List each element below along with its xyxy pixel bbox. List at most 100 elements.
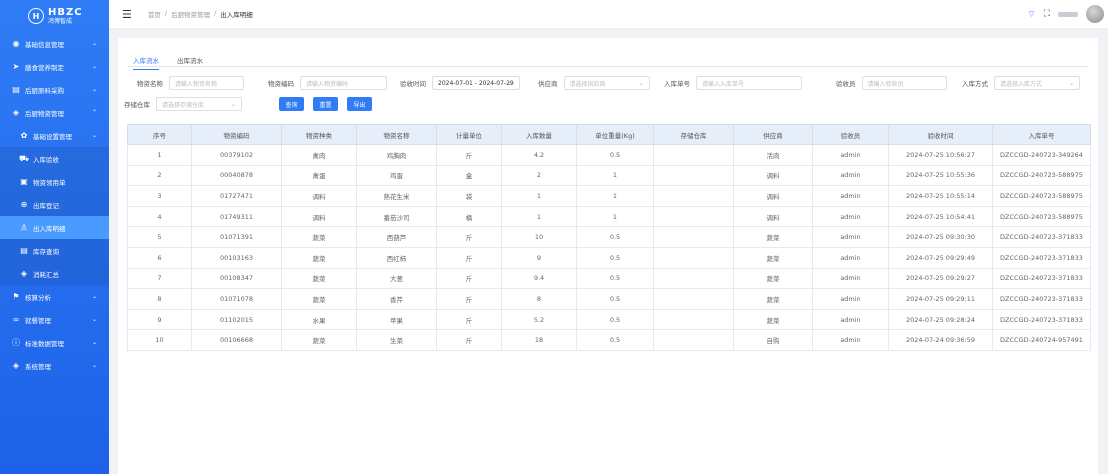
filter-method: 入库方式 请选择入库方式 ⌄ [962,76,1080,90]
search-button[interactable]: 查询 [279,97,304,111]
table-cell: 西葫芦 [356,226,437,248]
tab-inbound-flow[interactable]: 入库流水 [133,55,159,70]
chevron-icon: ⌄ [91,86,97,93]
chevron-icon: ⌄ [91,40,97,47]
sidebar-item[interactable]: ▤ 库存查询 [0,239,109,262]
table-cell: DZCCGD-240723-588975 [992,164,1091,187]
table-cell: 2024-07-25 10:56:27 [888,144,993,166]
logo-subtitle: 鸿博智成 [48,17,73,25]
table-cell [653,329,734,351]
table-cell: DZCCGD-240723-371833 [992,288,1091,310]
supplier-select[interactable]: 请选择供应商 ⌄ [563,76,650,90]
method-select[interactable]: 请选择入库方式 ⌄ [994,76,1080,90]
export-button[interactable]: 导出 [347,97,372,111]
sidebar-item-label: 基础信息管理 [25,40,64,49]
wifi-icon: ⌔ [1027,9,1036,20]
table-cell: 番茄沙司 [356,205,437,228]
sidebar-item[interactable]: ⓘ 标准数据管理 ⌄ [0,331,109,354]
fullscreen-icon[interactable]: ⛶ [1044,9,1050,19]
table-row[interactable]: 10 00106668 蔬菜 生菜斤 18 0.5 自购 admin 2024-07-24 09… [127,329,1091,351]
table-header-row: 序号 物资编码 物资种类 物资名称 计量单位 入库数量 单位重量(Kg) 存储仓库 供应商 验收员… [127,124,1091,145]
sidebar-item[interactable]: ✿ 基础设置管理 ⌄ [0,124,109,147]
sidebar-item[interactable]: ⊕ 出库登记 [0,193,109,216]
tab-divider [127,66,1089,67]
tab-bar: 入库流水 出库流水 [133,55,203,70]
chevron-icon: ⌄ [91,339,97,346]
sidebar-item[interactable]: ➤ 膳食营养制定 ⌄ [0,55,109,78]
table-row[interactable]: 6 00103163 蔬菜 西红柿斤 9 0.5 蔬菜 admin 2024-07-25 09:… [127,246,1091,269]
breadcrumb-home[interactable]: 首页 [148,9,161,19]
chevron-icon: ⌃ [91,109,97,116]
column-header: 入库单号 [992,124,1091,145]
column-header: 物资种类 [281,124,357,145]
warehouse-placeholder: 请选择存储仓库 [162,101,205,109]
sidebar-item-label: 库存查询 [33,247,59,256]
table-row[interactable]: 9 01102015 水果 苹果斤 5.2 0.5 蔬菜 admin 2024-07-25 09… [127,308,1091,331]
sidebar-item[interactable]: ◈ 消耗汇总 [0,262,109,285]
cart-icon: ⛟ [19,153,30,163]
table-row[interactable]: 7 00108347 蔬菜 大葱斤 9.4 0.5 蔬菜 admin 2024-07-25 09… [127,267,1091,290]
table-cell: 01071391 [191,226,282,248]
table-body: 1 00379102 禽肉 鸡胸肉斤 4.2 0.5 活肉 admin 2024-07-25 1… [127,144,1091,351]
table-cell: 生菜 [356,329,437,351]
sidebar-item[interactable]: ⚑ 核算分析 ⌄ [0,285,109,308]
table-cell: admin [812,267,889,290]
table-cell: 斤 [436,226,502,248]
table-row[interactable]: 3 01727471 调料 熟花生米袋 1 1 调料 admin 2024-07-25 10:5… [127,185,1091,207]
send-icon: ➤ [12,62,20,71]
table-cell: 6 [127,246,192,269]
table-cell: 00103163 [191,246,282,269]
table-row[interactable]: 8 01071078 蔬菜 香芹斤 8 0.5 蔬菜 admin 2024-07-25 09:2… [127,288,1091,310]
sidebar-item[interactable]: ▤ 后厨原料采购 ⌄ [0,78,109,101]
receiver-input[interactable]: 请输入验收员 [861,76,947,90]
sidebar-item[interactable]: ◈ 系统管理 ⌄ [0,354,109,377]
method-label: 入库方式 [962,80,988,88]
table-cell: 10 [501,226,577,248]
table-cell: 调料 [281,205,357,228]
table-cell: 蔬菜 [281,288,357,310]
date-range-input[interactable]: 2024-07-01 - 2024-07-29 ▭ [432,76,520,90]
table-cell: admin [812,205,889,228]
table-row[interactable]: 4 01749311 调料 番茄沙司桶 1 1 调料 admin 2024-07-25 10:5… [127,205,1091,228]
table-cell: admin [812,308,889,331]
info-icon: ⓘ [12,338,20,347]
sidebar-item[interactable]: ◈ 后厨物资管理 ⌃ [0,101,109,124]
table-cell: 18 [501,329,577,351]
sidebar-item[interactable]: ∞ 就餐管理 ⌄ [0,308,109,331]
table-cell: 01071078 [191,288,282,310]
column-header: 验收员 [812,124,889,145]
table-cell: admin [812,329,889,351]
sidebar-item[interactable]: ◉ 基础信息管理 ⌄ [0,32,109,55]
table-cell: 7 [127,267,192,290]
sidebar-item[interactable]: ⛟ 入库验收 [0,147,109,170]
sidebar-item[interactable]: ♙ 出入库明细 [0,216,109,239]
table-cell: 8 [127,288,192,310]
breadcrumb: 首页 / 后厨物资管理 / 出入库明细 [148,9,253,19]
table-cell: 鸡蛋 [356,164,437,187]
warehouse-label: 存储仓库 [124,101,150,109]
tab-outbound-flow[interactable]: 出库流水 [177,55,203,70]
item-name-input[interactable]: 请输入物资名称 [169,76,244,90]
sidebar-item-label: 膳食营养制定 [25,63,64,72]
gear-icon: ✿ [20,131,28,140]
table-row[interactable]: 2 00040878 禽蛋 鸡蛋盒 2 1 调料 admin 2024-07-25 10:55:… [127,164,1091,187]
column-header: 供应商 [733,124,813,145]
user-name[interactable] [1058,11,1078,17]
sidebar-item[interactable]: ▣ 物资领用单 [0,170,109,193]
order-no-input[interactable]: 请输入入库单号 [696,76,802,90]
reset-button[interactable]: 重置 [313,97,338,111]
item-code-input[interactable]: 请输入物资编码 [300,76,387,90]
breadcrumb-parent[interactable]: 后厨物资管理 [171,9,210,19]
table-cell: 西红柿 [356,246,437,269]
menu-toggle-icon[interactable]: ☰ [122,8,132,21]
avatar[interactable] [1086,5,1104,23]
glasses-icon: ∞ [12,315,20,324]
table-cell: 2024-07-25 10:55:14 [888,185,993,207]
table-row[interactable]: 5 01071391 蔬菜 西葫芦斤 10 0.5 蔬菜 admin 2024-07-25 09… [127,226,1091,248]
table-cell: 斤 [436,288,502,310]
warehouse-select[interactable]: 请选择存储仓库 ⌄ [156,97,242,111]
table-row[interactable]: 1 00379102 禽肉 鸡胸肉斤 4.2 0.5 活肉 admin 2024-07-25 1… [127,144,1091,166]
chevron-down-icon: ⌄ [1068,80,1074,87]
table-cell: 2024-07-25 09:28:24 [888,308,993,331]
table-cell: 蔬菜 [733,246,813,269]
